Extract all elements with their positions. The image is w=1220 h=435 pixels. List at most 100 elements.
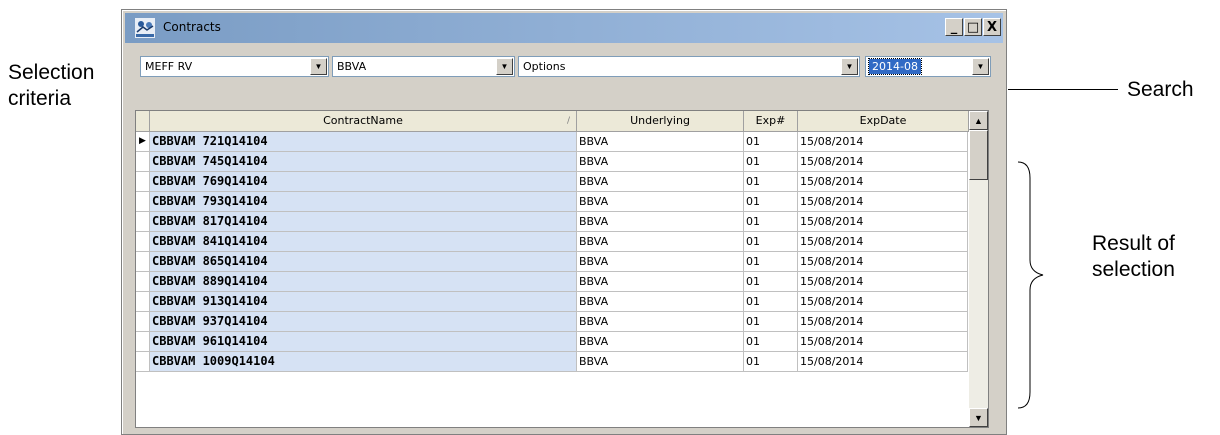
scroll-thumb[interactable] — [969, 130, 988, 180]
instrument-type-select[interactable]: Options ▼ — [518, 56, 860, 77]
contract-name-cell[interactable]: CBBVAM 817Q14104 — [150, 212, 577, 232]
exp-number-cell[interactable]: 01 — [744, 332, 798, 352]
row-indicator — [136, 192, 150, 212]
expiry-value: 2014-08 — [868, 58, 922, 75]
row-indicator — [136, 152, 150, 172]
row-indicator — [136, 352, 150, 372]
market-value: MEFF RV — [145, 60, 193, 73]
contract-name-cell[interactable]: CBBVAM 841Q14104 — [150, 232, 577, 252]
row-indicator — [136, 272, 150, 292]
column-header-expdate[interactable]: ExpDate — [798, 111, 969, 132]
column-header-exp[interactable]: Exp# — [744, 111, 798, 132]
column-header-underlying[interactable]: Underlying — [577, 111, 744, 132]
chevron-down-icon[interactable]: ▼ — [496, 58, 513, 75]
underlying-cell[interactable]: BBVA — [577, 352, 744, 372]
exp-date-cell[interactable]: 15/08/2014 — [798, 152, 968, 172]
underlying-select[interactable]: BBVA ▼ — [332, 56, 515, 77]
search-annotation: Search — [1127, 78, 1194, 101]
contract-name-cell[interactable]: CBBVAM 769Q14104 — [150, 172, 577, 192]
row-indicator — [136, 292, 150, 312]
underlying-cell[interactable]: BBVA — [577, 212, 744, 232]
underlying-cell[interactable]: BBVA — [577, 312, 744, 332]
arrow-up-icon: ▲ — [974, 115, 983, 126]
search-pointer-line — [1008, 89, 1118, 90]
exp-date-cell[interactable]: 15/08/2014 — [798, 332, 968, 352]
result-brace — [1017, 161, 1044, 409]
exp-date-cell[interactable]: 15/08/2014 — [798, 172, 968, 192]
exp-date-cell[interactable]: 15/08/2014 — [798, 312, 968, 332]
instrument-type-value: Options — [523, 60, 566, 73]
close-button[interactable]: X — [983, 18, 1001, 36]
underlying-cell[interactable]: BBVA — [577, 152, 744, 172]
minimize-button[interactable]: _ — [945, 18, 963, 36]
underlying-cell[interactable]: BBVA — [577, 132, 744, 152]
exp-number-cell[interactable]: 01 — [744, 212, 798, 232]
exp-number-cell[interactable]: 01 — [744, 252, 798, 272]
underlying-cell[interactable]: BBVA — [577, 292, 744, 312]
row-indicator — [136, 172, 150, 192]
contract-name-cell[interactable]: CBBVAM 793Q14104 — [150, 192, 577, 212]
exp-date-cell[interactable]: 15/08/2014 — [798, 352, 968, 372]
exp-number-cell[interactable]: 01 — [744, 292, 798, 312]
column-header-label: ContractName — [323, 114, 403, 127]
chevron-down-icon[interactable]: ▼ — [972, 58, 989, 75]
chevron-down-icon[interactable]: ▼ — [310, 58, 327, 75]
exp-number-cell[interactable]: 01 — [744, 192, 798, 212]
contract-name-cell[interactable]: CBBVAM 865Q14104 — [150, 252, 577, 272]
exp-date-cell[interactable]: 15/08/2014 — [798, 272, 968, 292]
exp-date-cell[interactable]: 15/08/2014 — [798, 132, 968, 152]
market-select[interactable]: MEFF RV ▼ — [140, 56, 329, 77]
meff-app-icon — [135, 18, 155, 38]
underlying-cell[interactable]: BBVA — [577, 252, 744, 272]
row-indicator — [136, 332, 150, 352]
exp-number-cell[interactable]: 01 — [744, 152, 798, 172]
exp-number-cell[interactable]: 01 — [744, 272, 798, 292]
scroll-up-button[interactable]: ▲ — [969, 111, 988, 130]
vertical-scrollbar[interactable]: ▲ ▼ — [969, 111, 988, 427]
row-indicator — [136, 212, 150, 232]
title-bar[interactable]: Contracts _ □ X — [125, 13, 1003, 43]
contract-name-cell[interactable]: CBBVAM 745Q14104 — [150, 152, 577, 172]
row-indicator: ▶ — [136, 132, 150, 152]
contract-name-cell[interactable]: CBBVAM 961Q14104 — [150, 332, 577, 352]
exp-number-cell[interactable]: 01 — [744, 232, 798, 252]
row-indicator-header — [136, 111, 150, 132]
result-of-selection-annotation: Result of selection — [1092, 232, 1175, 281]
exp-number-cell[interactable]: 01 — [744, 132, 798, 152]
underlying-value: BBVA — [337, 60, 367, 73]
underlying-cell[interactable]: BBVA — [577, 332, 744, 352]
row-indicator — [136, 232, 150, 252]
row-indicator — [136, 252, 150, 272]
close-icon: X — [986, 19, 998, 35]
maximize-button[interactable]: □ — [964, 18, 982, 36]
exp-number-cell[interactable]: 01 — [744, 352, 798, 372]
underlying-cell[interactable]: BBVA — [577, 272, 744, 292]
contract-name-cell[interactable]: CBBVAM 721Q14104 — [150, 132, 577, 152]
contract-name-cell[interactable]: CBBVAM 1009Q14104 — [150, 352, 577, 372]
exp-date-cell[interactable]: 15/08/2014 — [798, 212, 968, 232]
underlying-cell[interactable]: BBVA — [577, 232, 744, 252]
sort-indicator-icon: / — [566, 116, 570, 126]
chevron-down-icon[interactable]: ▼ — [841, 58, 858, 75]
minimize-icon: _ — [950, 19, 958, 35]
exp-date-cell[interactable]: 15/08/2014 — [798, 252, 968, 272]
arrow-down-icon: ▼ — [974, 412, 983, 423]
window-title: Contracts — [163, 20, 221, 34]
exp-number-cell[interactable]: 01 — [744, 312, 798, 332]
contract-name-cell[interactable]: CBBVAM 889Q14104 — [150, 272, 577, 292]
exp-date-cell[interactable]: 15/08/2014 — [798, 232, 968, 252]
grid-header: ContractName / Underlying Exp# ExpDate — [136, 111, 969, 132]
contract-name-cell[interactable]: CBBVAM 913Q14104 — [150, 292, 577, 312]
contract-name-cell[interactable]: CBBVAM 937Q14104 — [150, 312, 577, 332]
exp-date-cell[interactable]: 15/08/2014 — [798, 292, 968, 312]
scroll-down-button[interactable]: ▼ — [969, 408, 988, 427]
exp-date-cell[interactable]: 15/08/2014 — [798, 192, 968, 212]
underlying-cell[interactable]: BBVA — [577, 192, 744, 212]
selection-criteria-annotation: Selection criteria — [8, 61, 95, 110]
maximize-icon: □ — [966, 19, 980, 35]
expiry-select[interactable]: 2014-08 ▼ — [865, 56, 991, 77]
row-indicator — [136, 312, 150, 332]
exp-number-cell[interactable]: 01 — [744, 172, 798, 192]
column-header-contractname[interactable]: ContractName / — [150, 111, 577, 132]
underlying-cell[interactable]: BBVA — [577, 172, 744, 192]
